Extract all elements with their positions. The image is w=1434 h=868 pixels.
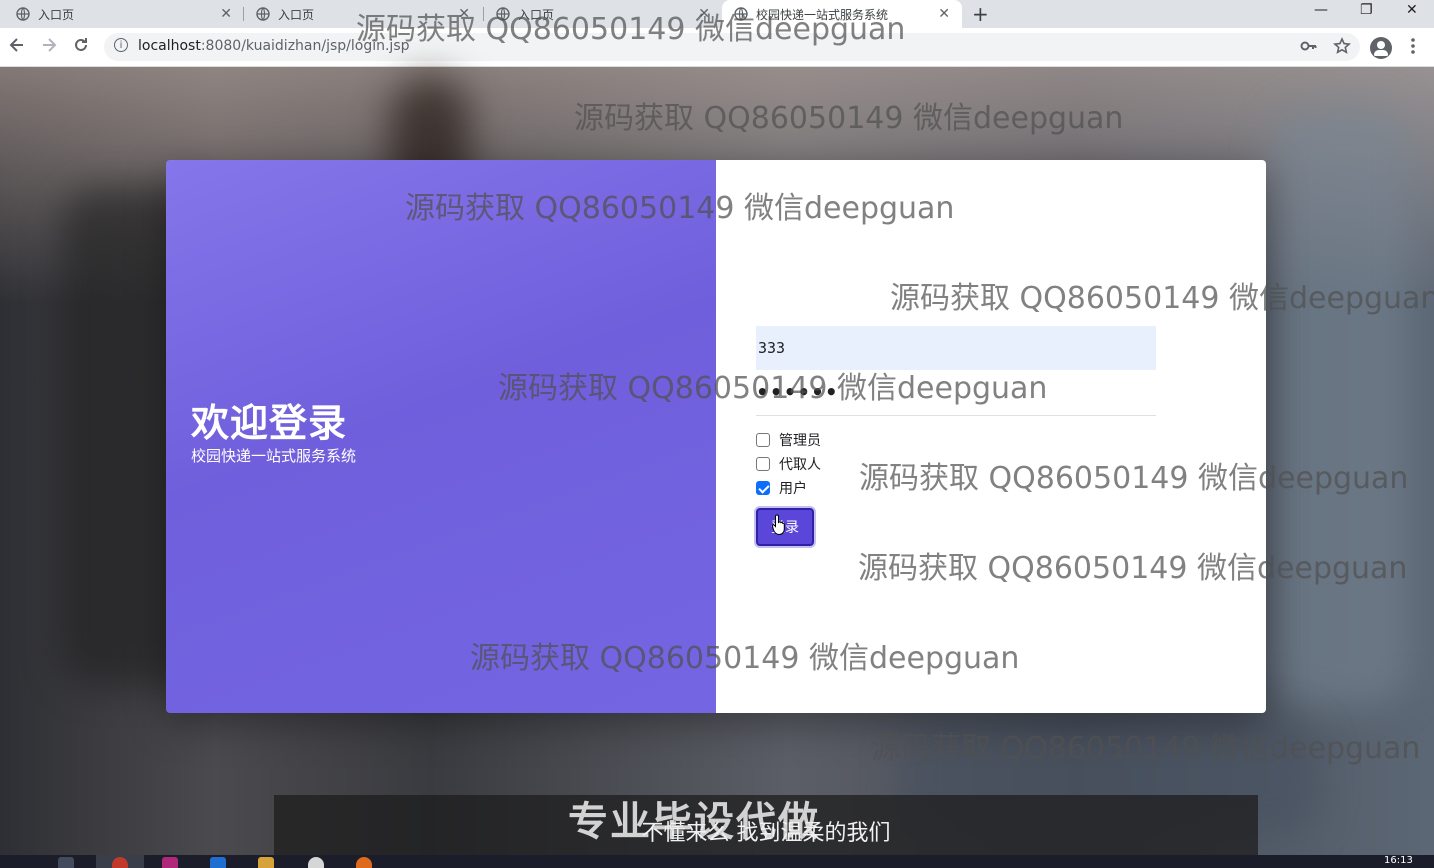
globe-icon [16, 7, 30, 21]
login-form-panel: •••••• 管理员 代取人 用户 登录 [716, 160, 1266, 713]
forward-arrow-icon[interactable] [40, 36, 58, 59]
checkbox-checked[interactable] [756, 481, 770, 495]
hand-cursor-icon [771, 514, 786, 536]
watermark-text: 源码获取 QQ86050149 微信deepguan [890, 281, 1434, 316]
browser-tab[interactable]: 入口页 ✕ [0, 0, 240, 28]
minimize-button[interactable]: — [1314, 2, 1328, 18]
folder-app-icon[interactable] [258, 857, 274, 868]
background-shape [1270, 107, 1410, 707]
close-window-button[interactable]: ✕ [1406, 2, 1418, 18]
taskbar-app-icon[interactable] [210, 857, 226, 868]
menu-kebab-icon[interactable] [1408, 37, 1418, 59]
watermark-text: 源码获取 QQ86050149 微信deepguan [498, 371, 1048, 406]
role-label: 用户 [779, 481, 807, 497]
caption-headline: 专业毕设代做 [568, 799, 820, 845]
watermark-text: 源码获取 QQ86050149 微信deepguan [574, 101, 1124, 136]
tab-separator [243, 7, 244, 21]
watermark-text: 源码获取 QQ86050149 微信deepguan [859, 461, 1409, 496]
tab-title: 入口页 [278, 7, 315, 22]
watermark-text: 源码获取 QQ86050149 微信deepguan [858, 551, 1408, 586]
checkbox[interactable] [756, 433, 770, 447]
restore-button[interactable]: ❐ [1360, 2, 1373, 18]
close-tab-icon[interactable]: ✕ [938, 6, 950, 22]
role-option-courier[interactable]: 代取人 [756, 454, 821, 474]
watermark-text: 源码获取 QQ86050149 微信deepguan [405, 191, 955, 226]
checkbox[interactable] [756, 457, 770, 471]
reload-icon[interactable] [72, 36, 90, 59]
taskbar-app-icon[interactable] [58, 857, 74, 868]
taskbar-app-icon[interactable] [356, 857, 372, 868]
watermark-text: 源码获取 QQ86050149 微信deepguan [356, 12, 906, 47]
role-option-admin[interactable]: 管理员 [756, 430, 821, 450]
profile-avatar-icon[interactable] [1370, 37, 1392, 59]
welcome-title: 欢迎登录 [191, 401, 348, 445]
watermark-text: 源码获取 QQ86050149 微信deepguan [470, 641, 1020, 676]
os-taskbar: 16:13 [0, 855, 1434, 868]
close-tab-icon[interactable]: ✕ [220, 6, 232, 22]
star-bookmark-icon[interactable] [1332, 37, 1352, 59]
taskbar-app-icon[interactable] [162, 857, 178, 868]
globe-icon [256, 7, 270, 21]
chrome-app-icon[interactable] [112, 857, 128, 868]
taskbar-clock: 16:13 [1384, 855, 1413, 866]
role-label: 管理员 [779, 433, 821, 449]
tab-title: 入口页 [38, 7, 75, 22]
role-label: 代取人 [779, 457, 821, 473]
taskbar-app-icon[interactable] [308, 857, 324, 868]
back-arrow-icon[interactable] [8, 36, 26, 59]
role-option-user[interactable]: 用户 [756, 478, 807, 498]
info-icon[interactable]: i [114, 38, 128, 52]
watermark-text: 源码获取 QQ86050149 微信deepguan [871, 731, 1421, 766]
welcome-subtitle: 校园快递一站式服务系统 [191, 447, 357, 465]
welcome-panel: 欢迎登录 校园快递一站式服务系统 [166, 160, 716, 713]
login-card: 欢迎登录 校园快递一站式服务系统 •••••• 管理员 代取人 用户 登录 [166, 160, 1266, 713]
key-icon[interactable] [1300, 37, 1318, 59]
new-tab-button[interactable]: + [972, 2, 989, 26]
